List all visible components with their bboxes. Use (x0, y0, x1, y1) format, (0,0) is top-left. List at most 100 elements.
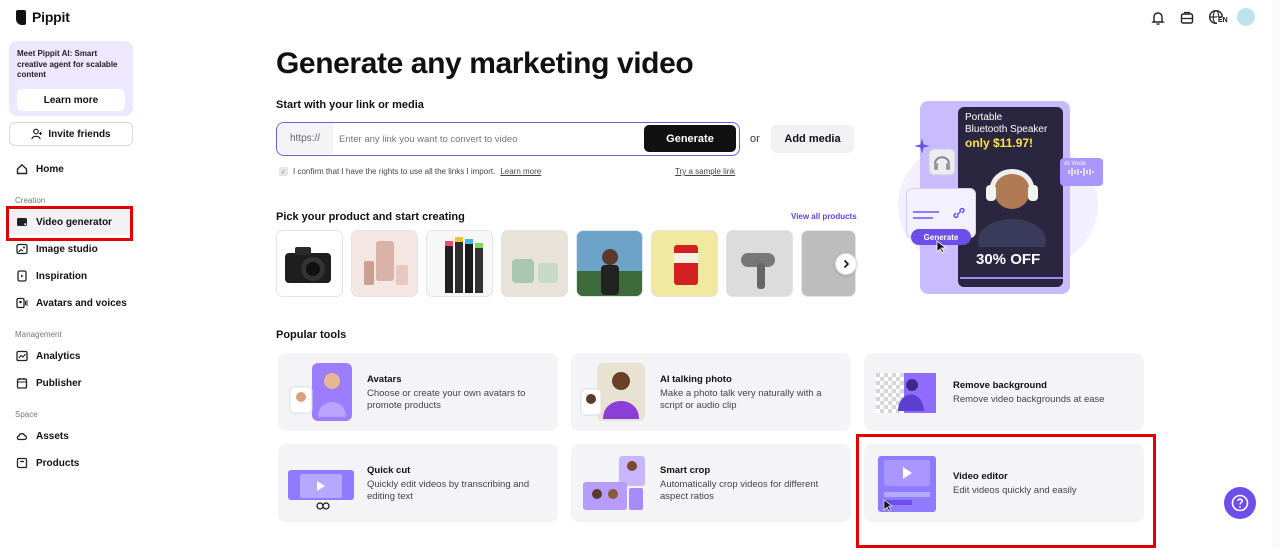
app-name: Pippit (32, 9, 70, 25)
sidebar-item-products[interactable]: Products (16, 455, 79, 471)
hero-ad-line2: Bluetooth Speaker (965, 124, 1048, 135)
tool-title: Quick cut (367, 465, 411, 476)
product-thumb-can[interactable] (651, 230, 718, 297)
storage-icon[interactable] (1179, 10, 1195, 26)
popular-tools-heading: Popular tools (276, 329, 347, 341)
learn-more-link[interactable]: Learn more (500, 167, 541, 176)
bell-icon[interactable] (1150, 10, 1166, 26)
person-image (577, 249, 642, 296)
promo-card: Meet Pippit AI: Smart creative agent for… (9, 41, 133, 116)
can-image (674, 245, 698, 285)
tool-card-quick-cut[interactable]: Quick cut Quickly edit videos by transcr… (278, 444, 558, 522)
sidebar-item-publisher[interactable]: Publisher (16, 375, 82, 391)
question-icon (1231, 494, 1249, 512)
url-prefix: https:// (277, 123, 333, 154)
hero-person-image (978, 169, 1046, 247)
tool-description: Quickly edit videos by transcribing and … (367, 479, 530, 502)
try-sample-link[interactable]: Try a sample link (675, 167, 735, 176)
pippit-logo[interactable]: Pippit (16, 9, 70, 25)
avatars-illustration (289, 363, 352, 421)
image-studio-icon (16, 243, 28, 255)
tool-card-avatars[interactable]: Avatars Choose or create your own avatar… (278, 353, 558, 431)
confirm-text: I confirm that I have the rights to use … (293, 167, 496, 176)
sidebar-item-inspiration[interactable]: Inspiration (16, 268, 87, 284)
tool-description: Remove video backgrounds at ease (953, 394, 1105, 405)
section-label-management: Management (15, 330, 62, 339)
product-thumb-mugs[interactable] (501, 230, 568, 297)
tool-card-ai-talking-photo[interactable]: AI talking photo Make a photo talk very … (571, 353, 851, 431)
products-heading: Pick your product and start creating (276, 211, 465, 223)
hero-ad-discount: 30% OFF (976, 251, 1041, 268)
sparkle-icon (914, 138, 930, 154)
smart-crop-illustration (583, 456, 645, 510)
cloud-icon (16, 433, 28, 441)
page-title: Generate any marketing video (276, 47, 694, 80)
invite-friends-button[interactable]: Invite friends (9, 122, 133, 146)
product-thumb-cosmetics[interactable] (351, 230, 418, 297)
sidebar-item-avatars-voices[interactable]: Avatars and voices (16, 295, 127, 311)
scrollbar[interactable] (1272, 0, 1280, 548)
invite-friends-label: Invite friends (48, 128, 111, 140)
language-selector[interactable]: EN (1208, 9, 1230, 27)
learn-more-button[interactable]: Learn more (17, 89, 125, 111)
sidebar-item-label: Inspiration (36, 270, 88, 282)
confirm-checkbox[interactable]: ✓ (279, 167, 288, 176)
products-icon (16, 457, 28, 469)
sidebar-item-analytics[interactable]: Analytics (16, 348, 80, 364)
tool-card-smart-crop[interactable]: Smart crop Automatically crop videos for… (571, 444, 851, 522)
tool-title: AI talking photo (660, 374, 732, 385)
hero-ad-price: only $11.97! (965, 136, 1034, 150)
sidebar-item-label: Assets (36, 430, 69, 442)
avatar[interactable] (1237, 8, 1255, 26)
sidebar-item-assets[interactable]: Assets (16, 428, 69, 444)
remove-background-illustration (876, 373, 936, 413)
section-label-creation: Creation (15, 196, 46, 205)
analytics-icon (16, 350, 28, 362)
add-media-button[interactable]: Add media (771, 125, 854, 153)
sidebar-item-label: Products (36, 457, 80, 469)
sidebar-item-label: Home (36, 163, 64, 175)
sidebar-item-video-generator[interactable]: Video generator (16, 214, 112, 230)
ai-talking-photo-illustration (580, 363, 645, 421)
product-thumb-markers[interactable] (426, 230, 493, 297)
hero-ad-line1: Portable (965, 112, 1003, 123)
calendar-icon (16, 378, 28, 389)
tool-title: Remove background (953, 380, 1047, 391)
sidebar-item-label: Publisher (36, 377, 82, 389)
sidebar-item-label: Video generator (36, 216, 112, 228)
generate-button[interactable]: Generate (644, 125, 736, 152)
help-button[interactable] (1224, 487, 1256, 519)
carousel-next-button[interactable] (835, 253, 857, 275)
panel-line (913, 217, 933, 219)
tool-title: Avatars (367, 374, 402, 385)
dryer-image (741, 253, 775, 289)
sidebar-item-home[interactable]: Home (16, 161, 64, 177)
avatars-voices-icon (16, 297, 28, 309)
user-plus-icon (31, 128, 43, 140)
hero-progress-bar (960, 277, 1063, 279)
sidebar-item-label: Image studio (36, 243, 98, 255)
product-thumb-person[interactable] (576, 230, 643, 297)
tool-card-remove-background[interactable]: Remove background Remove video backgroun… (864, 353, 1144, 431)
home-icon (16, 163, 28, 175)
tool-title: Smart crop (660, 465, 711, 476)
sidebar-item-image-studio[interactable]: Image studio (16, 241, 98, 257)
waveform-icon (1068, 168, 1094, 176)
highlight-box-video-editor (856, 434, 1156, 548)
view-all-products-link[interactable]: View all products (791, 212, 857, 221)
chevron-right-icon (843, 259, 850, 269)
link-input[interactable] (339, 131, 639, 147)
tool-description: Automatically crop videos for different … (660, 479, 819, 502)
sidebar-item-label: Analytics (36, 350, 81, 362)
language-badge: EN (1217, 17, 1229, 24)
product-thumb-dryer[interactable] (726, 230, 793, 297)
video-generator-icon (17, 218, 27, 226)
product-thumb-camera[interactable] (276, 230, 343, 297)
camera-image (285, 247, 331, 283)
inspiration-icon (17, 270, 27, 282)
tool-description: Choose or create your own avatars to pro… (367, 388, 526, 411)
cursor-icon (936, 240, 948, 254)
panel-line (913, 211, 939, 213)
mugs-image (512, 259, 558, 283)
hero-ai-voice-badge: AI Vocie (1060, 158, 1103, 186)
